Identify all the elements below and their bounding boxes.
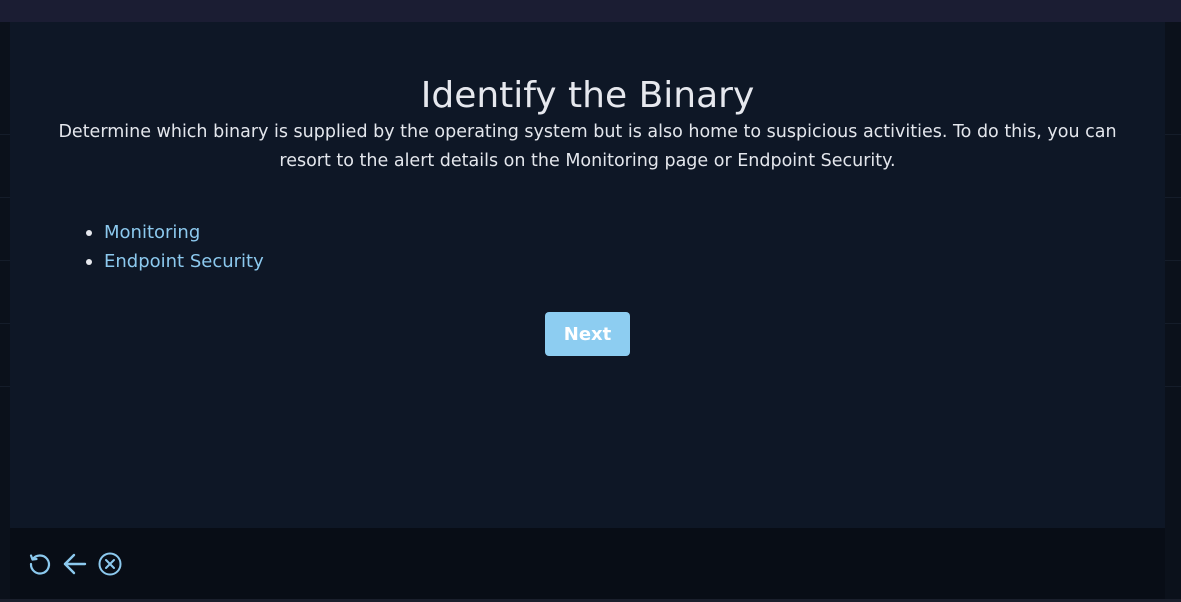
restart-icon[interactable] <box>27 551 53 577</box>
top-bar <box>0 0 1181 22</box>
close-circle-icon[interactable] <box>97 551 123 577</box>
tutorial-modal: Identify the Binary Determine which bina… <box>10 22 1165 528</box>
monitoring-link[interactable]: Monitoring <box>104 222 200 243</box>
list-item: Monitoring <box>85 218 264 247</box>
next-button[interactable]: Next <box>545 312 630 356</box>
link-list: Monitoring Endpoint Security <box>85 218 264 276</box>
modal-footer <box>10 528 1165 599</box>
modal-title: Identify the Binary <box>420 75 755 116</box>
bullet-icon <box>86 259 92 265</box>
endpoint-security-link[interactable]: Endpoint Security <box>104 251 264 272</box>
back-arrow-icon[interactable] <box>62 551 88 577</box>
bullet-icon <box>86 230 92 236</box>
list-item: Endpoint Security <box>85 247 264 276</box>
modal-description: Determine which binary is supplied by th… <box>58 122 1117 171</box>
